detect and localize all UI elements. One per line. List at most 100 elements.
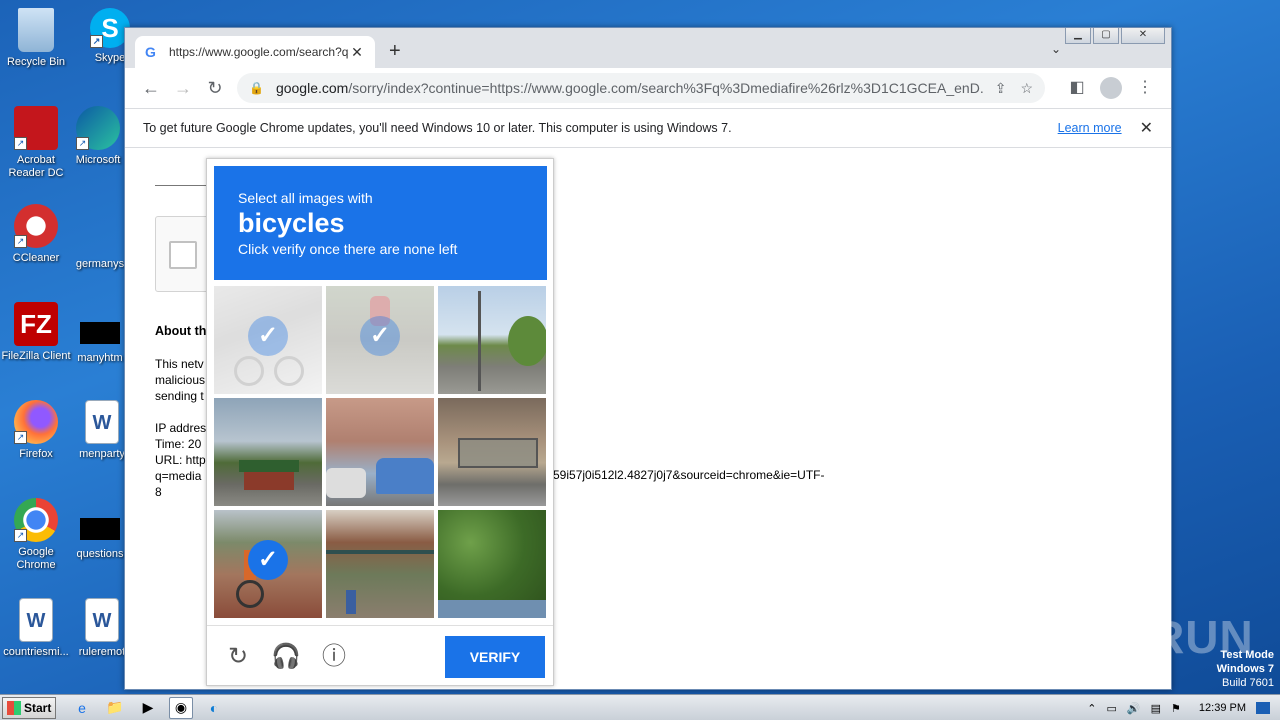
- system-tray: ⌃ ▭ 🔊 ▤ ⚑ 12:39 PM: [1087, 695, 1280, 720]
- forward-arrow-icon[interactable]: →: [167, 72, 199, 104]
- time-line: Time: 20: [155, 437, 202, 451]
- desktop-icon-label: FileZilla Client: [1, 350, 71, 362]
- explorer-taskbar-icon[interactable]: 📁: [103, 697, 127, 719]
- tab-close-icon[interactable]: ✕: [349, 44, 365, 61]
- ccleaner-icon: ↗: [14, 204, 58, 248]
- back-arrow-icon[interactable]: ←: [135, 72, 167, 104]
- edge-icon: ↗: [76, 106, 120, 150]
- word-icon: W: [85, 400, 119, 444]
- paragraph-line: sending t: [155, 389, 204, 403]
- desktop-icon-label: Skype: [94, 52, 126, 64]
- network-icon[interactable]: ▭: [1107, 702, 1117, 715]
- about-heading: About th: [155, 324, 207, 338]
- bike-rider-tile[interactable]: ✓: [214, 286, 322, 394]
- minimize-icon[interactable]: ▁: [1065, 28, 1091, 44]
- street-pole-tile[interactable]: [438, 286, 546, 394]
- volume-icon[interactable]: 🔊: [1127, 702, 1141, 715]
- desktop-icon-filezilla[interactable]: FZ FileZilla Client: [0, 302, 72, 363]
- reload-icon[interactable]: ↻: [199, 72, 231, 104]
- taskbar: Start e 📁 ▶ ◉ ◐ ⌃ ▭ 🔊 ▤ ⚑ 12:39 PM: [0, 694, 1280, 720]
- captcha-hint: Click verify once there are none left: [238, 241, 458, 257]
- url-line: q=media: [155, 469, 202, 483]
- close-window-icon[interactable]: ✕: [1121, 28, 1165, 44]
- verify-button[interactable]: VERIFY: [445, 636, 545, 678]
- desktop-icon-label: Firefox: [19, 448, 53, 460]
- balcony-building-tile[interactable]: [326, 510, 434, 618]
- captcha-instruction: Select all images with: [238, 190, 373, 206]
- ie-taskbar-icon[interactable]: e: [70, 697, 94, 719]
- desktop-icon-recycle-bin[interactable]: Recycle Bin: [0, 8, 72, 69]
- lock-icon: 🔒: [249, 81, 264, 95]
- firefox-icon: ↗: [14, 400, 58, 444]
- street-cyclist-tile[interactable]: ✓: [214, 510, 322, 618]
- start-button[interactable]: Start: [2, 696, 56, 719]
- recycle-bin-icon: [18, 8, 54, 52]
- ip-line: IP addres: [155, 421, 207, 435]
- media-player-taskbar-icon[interactable]: ▶: [136, 697, 160, 719]
- word-icon: W: [19, 598, 53, 642]
- paragraph-line: This netv: [155, 357, 204, 371]
- chrome-icon: ↗: [14, 498, 58, 542]
- gas-station-tile[interactable]: [214, 398, 322, 506]
- learn-more-link[interactable]: Learn more: [1058, 121, 1122, 135]
- tab-google-search[interactable]: G https://www.google.com/search?q= ✕: [135, 36, 375, 68]
- desktop-icon-label: ruleremot: [78, 646, 126, 658]
- menu-kebab-icon[interactable]: ⋮: [1131, 72, 1159, 104]
- file-icon: [80, 518, 120, 540]
- infobar-message: To get future Google Chrome updates, you…: [143, 121, 732, 135]
- clock[interactable]: 12:39 PM: [1199, 702, 1246, 714]
- info-icon[interactable]: ⓘ: [319, 642, 349, 672]
- captcha-header: Select all images with bicycles Click ve…: [214, 166, 547, 280]
- chrome-taskbar-icon[interactable]: ◉: [169, 696, 193, 719]
- browser-toolbar: ← → ↻ 🔒 google.com/sorry/index?continue=…: [125, 68, 1171, 108]
- url-continuation: 59i57j0i512l2.4827j0j7&sourceid=chrome&i…: [553, 468, 825, 482]
- desktop-icon-ccleaner[interactable]: ↗ CCleaner: [0, 204, 72, 265]
- maximize-icon[interactable]: ▢: [1093, 28, 1119, 44]
- desktop-icon-firefox[interactable]: ↗ Firefox: [0, 400, 72, 461]
- address-url: google.com/sorry/index?continue=https://…: [275, 80, 985, 96]
- trees-tile[interactable]: [438, 510, 546, 618]
- desktop-icon-chrome[interactable]: ↗ Google Chrome: [0, 498, 72, 572]
- desktop-icon-label: CCleaner: [12, 252, 60, 264]
- url-line: URL: http: [155, 453, 206, 467]
- url-line: 8: [155, 485, 162, 499]
- desktop-icon-label: countriesmi...: [3, 646, 69, 658]
- desktop-icon-label: germanys: [75, 258, 125, 270]
- paragraph-line: malicious: [155, 373, 206, 387]
- infobar-close-icon[interactable]: ✕: [1140, 118, 1153, 138]
- google-favicon-icon: G: [145, 44, 156, 60]
- update-infobar: To get future Google Chrome updates, you…: [125, 108, 1171, 148]
- file-icon: [80, 228, 120, 250]
- action-center-flag-icon[interactable]: ⚑: [1171, 702, 1181, 715]
- share-icon[interactable]: ⇪: [995, 80, 1007, 97]
- recaptcha-checkbox[interactable]: [169, 241, 197, 269]
- acrobat-icon: ↗: [14, 106, 58, 150]
- captcha-target: bicycles: [238, 208, 345, 238]
- house-car-tile[interactable]: [326, 398, 434, 506]
- captcha-challenge: Select all images with bicycles Click ve…: [206, 158, 554, 686]
- tab-title: https://www.google.com/search?q=: [169, 45, 349, 59]
- bus-shelter-tile[interactable]: [438, 398, 546, 506]
- cyclist-tile[interactable]: ✓: [326, 286, 434, 394]
- desktop-icon-label: menparty: [79, 448, 125, 460]
- bookmark-star-icon[interactable]: ☆: [1020, 80, 1033, 97]
- desktop-icon-label: questions: [76, 548, 124, 560]
- tab-search-chevron-icon[interactable]: ⌄: [1051, 42, 1061, 56]
- show-desktop-icon[interactable]: [1256, 702, 1270, 714]
- side-panel-icon[interactable]: ◧: [1063, 72, 1091, 104]
- tray-expand-icon[interactable]: ⌃: [1087, 702, 1096, 715]
- audio-challenge-icon[interactable]: 🎧: [271, 642, 301, 672]
- address-bar[interactable]: 🔒 google.com/sorry/index?continue=https:…: [237, 73, 1045, 103]
- desktop-icon-label: Google Chrome: [16, 546, 56, 571]
- test-mode-label: Test Mode Windows 7 Build 7601: [1216, 649, 1274, 689]
- desktop-icon-label: Acrobat Reader DC: [8, 154, 64, 179]
- new-tab-icon[interactable]: +: [389, 40, 401, 63]
- filezilla-icon: FZ: [14, 302, 58, 346]
- display-icon[interactable]: ▤: [1151, 702, 1161, 715]
- desktop-icon-countriesmi[interactable]: W countriesmi...: [0, 598, 72, 659]
- profile-avatar-icon[interactable]: [1100, 77, 1122, 99]
- windows-logo-icon: [7, 700, 21, 715]
- edge-taskbar-icon[interactable]: ◐: [202, 697, 226, 719]
- window-controls: ▁ ▢ ✕: [1065, 28, 1165, 44]
- reload-challenge-icon[interactable]: ↻: [223, 642, 253, 672]
